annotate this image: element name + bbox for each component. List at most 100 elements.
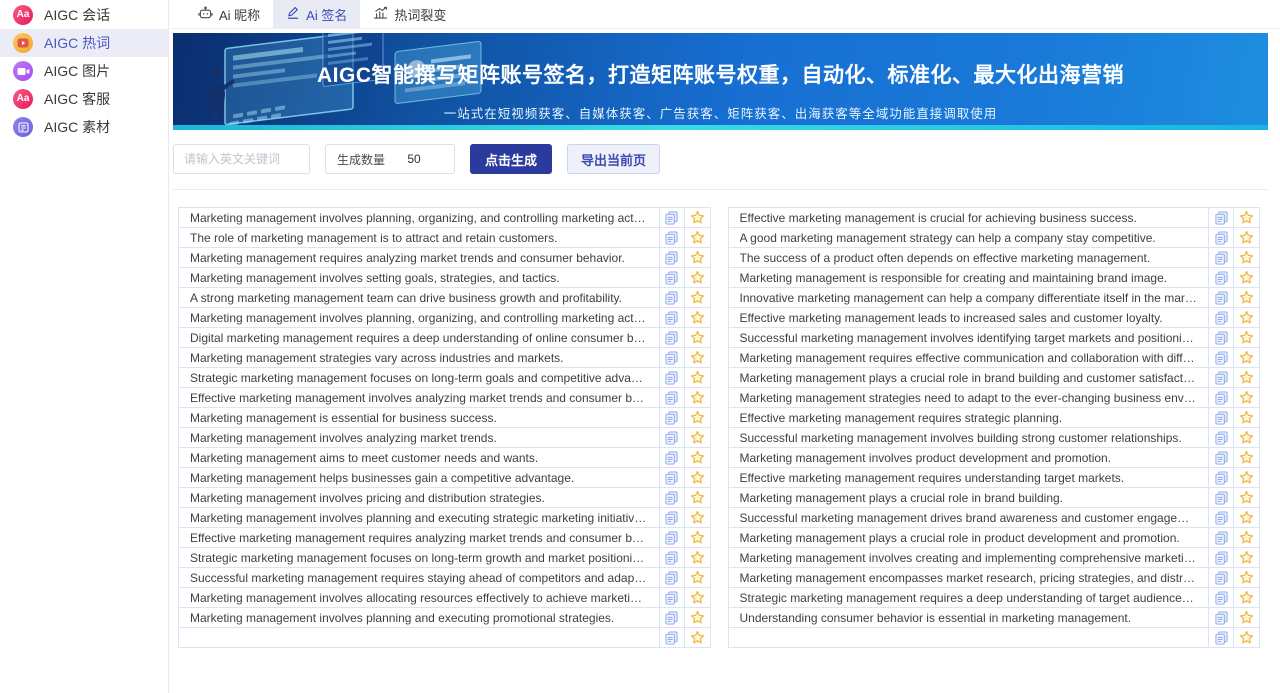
copy-icon[interactable] xyxy=(1209,528,1234,547)
copy-icon[interactable] xyxy=(1209,288,1234,307)
copy-icon[interactable] xyxy=(660,308,685,327)
copy-icon[interactable] xyxy=(1209,388,1234,407)
star-favorite-icon[interactable] xyxy=(685,468,710,487)
copy-icon[interactable] xyxy=(660,588,685,607)
star-favorite-icon[interactable] xyxy=(685,548,710,567)
copy-icon[interactable] xyxy=(660,268,685,287)
copy-icon[interactable] xyxy=(1209,408,1234,427)
star-favorite-icon[interactable] xyxy=(685,448,710,467)
star-favorite-icon[interactable] xyxy=(685,348,710,367)
star-favorite-icon[interactable] xyxy=(685,508,710,527)
star-favorite-icon[interactable] xyxy=(685,388,710,407)
export-current-page-button[interactable]: 导出当前页 xyxy=(567,144,660,174)
copy-icon[interactable] xyxy=(660,628,685,647)
star-favorite-icon[interactable] xyxy=(1234,348,1259,367)
star-favorite-icon[interactable] xyxy=(685,308,710,327)
copy-icon[interactable] xyxy=(660,328,685,347)
copy-icon[interactable] xyxy=(660,448,685,467)
copy-icon[interactable] xyxy=(660,568,685,587)
star-favorite-icon[interactable] xyxy=(1234,528,1259,547)
sidebar-item-aigc-images[interactable]: AIGC 图片 xyxy=(0,57,168,85)
star-favorite-icon[interactable] xyxy=(685,268,710,287)
star-favorite-icon[interactable] xyxy=(1234,608,1259,627)
copy-icon[interactable] xyxy=(660,468,685,487)
sidebar-item-aigc-service[interactable]: Aa AIGC 客服 xyxy=(0,85,168,113)
star-favorite-icon[interactable] xyxy=(1234,288,1259,307)
star-favorite-icon[interactable] xyxy=(685,568,710,587)
star-favorite-icon[interactable] xyxy=(1234,368,1259,387)
copy-icon[interactable] xyxy=(1209,588,1234,607)
star-favorite-icon[interactable] xyxy=(685,588,710,607)
star-favorite-icon[interactable] xyxy=(1234,248,1259,267)
copy-icon[interactable] xyxy=(660,348,685,367)
copy-icon[interactable] xyxy=(1209,208,1234,227)
star-favorite-icon[interactable] xyxy=(1234,488,1259,507)
copy-icon[interactable] xyxy=(1209,368,1234,387)
star-favorite-icon[interactable] xyxy=(685,628,710,647)
generate-count-field[interactable]: 生成数量 xyxy=(325,144,455,174)
tab-hotword-fission[interactable]: 热词裂变 xyxy=(360,0,459,28)
copy-icon[interactable] xyxy=(660,288,685,307)
star-favorite-icon[interactable] xyxy=(1234,208,1259,227)
star-favorite-icon[interactable] xyxy=(1234,588,1259,607)
copy-icon[interactable] xyxy=(1209,608,1234,627)
star-favorite-icon[interactable] xyxy=(1234,628,1259,647)
star-favorite-icon[interactable] xyxy=(1234,328,1259,347)
copy-icon[interactable] xyxy=(660,208,685,227)
star-favorite-icon[interactable] xyxy=(1234,448,1259,467)
star-favorite-icon[interactable] xyxy=(685,408,710,427)
star-favorite-icon[interactable] xyxy=(685,608,710,627)
tab-ai-signature[interactable]: Ai 签名 xyxy=(273,0,360,28)
star-favorite-icon[interactable] xyxy=(1234,228,1259,247)
copy-icon[interactable] xyxy=(1209,308,1234,327)
copy-icon[interactable] xyxy=(1209,628,1234,647)
copy-icon[interactable] xyxy=(1209,228,1234,247)
star-favorite-icon[interactable] xyxy=(685,528,710,547)
copy-icon[interactable] xyxy=(660,488,685,507)
keyword-input[interactable] xyxy=(173,144,310,174)
star-favorite-icon[interactable] xyxy=(1234,428,1259,447)
copy-icon[interactable] xyxy=(660,368,685,387)
copy-icon[interactable] xyxy=(660,608,685,627)
copy-icon[interactable] xyxy=(1209,548,1234,567)
tab-ai-nickname[interactable]: Ai 昵称 xyxy=(185,0,273,28)
copy-icon[interactable] xyxy=(1209,508,1234,527)
copy-icon[interactable] xyxy=(660,228,685,247)
star-favorite-icon[interactable] xyxy=(685,208,710,227)
copy-icon[interactable] xyxy=(1209,348,1234,367)
star-favorite-icon[interactable] xyxy=(1234,308,1259,327)
copy-icon[interactable] xyxy=(660,428,685,447)
copy-icon[interactable] xyxy=(1209,268,1234,287)
star-favorite-icon[interactable] xyxy=(685,288,710,307)
copy-icon[interactable] xyxy=(660,548,685,567)
copy-icon[interactable] xyxy=(1209,448,1234,467)
generate-button[interactable]: 点击生成 xyxy=(470,144,552,174)
star-favorite-icon[interactable] xyxy=(1234,408,1259,427)
copy-icon[interactable] xyxy=(1209,428,1234,447)
copy-icon[interactable] xyxy=(660,388,685,407)
star-favorite-icon[interactable] xyxy=(1234,508,1259,527)
star-favorite-icon[interactable] xyxy=(685,368,710,387)
copy-icon[interactable] xyxy=(1209,328,1234,347)
star-favorite-icon[interactable] xyxy=(685,228,710,247)
copy-icon[interactable] xyxy=(660,508,685,527)
star-favorite-icon[interactable] xyxy=(685,248,710,267)
star-favorite-icon[interactable] xyxy=(1234,468,1259,487)
star-favorite-icon[interactable] xyxy=(685,488,710,507)
star-favorite-icon[interactable] xyxy=(1234,548,1259,567)
copy-icon[interactable] xyxy=(660,528,685,547)
star-favorite-icon[interactable] xyxy=(685,428,710,447)
sidebar-item-aigc-hotwords[interactable]: AIGC 热词 xyxy=(0,29,168,57)
star-favorite-icon[interactable] xyxy=(1234,388,1259,407)
sidebar-item-aigc-materials[interactable]: AIGC 素材 xyxy=(0,113,168,141)
copy-icon[interactable] xyxy=(660,248,685,267)
copy-icon[interactable] xyxy=(1209,468,1234,487)
star-favorite-icon[interactable] xyxy=(1234,568,1259,587)
copy-icon[interactable] xyxy=(1209,248,1234,267)
count-input[interactable] xyxy=(385,152,443,166)
copy-icon[interactable] xyxy=(660,408,685,427)
copy-icon[interactable] xyxy=(1209,568,1234,587)
star-favorite-icon[interactable] xyxy=(1234,268,1259,287)
star-favorite-icon[interactable] xyxy=(685,328,710,347)
sidebar-item-aigc-chat[interactable]: Aa AIGC 会话 xyxy=(0,1,168,29)
